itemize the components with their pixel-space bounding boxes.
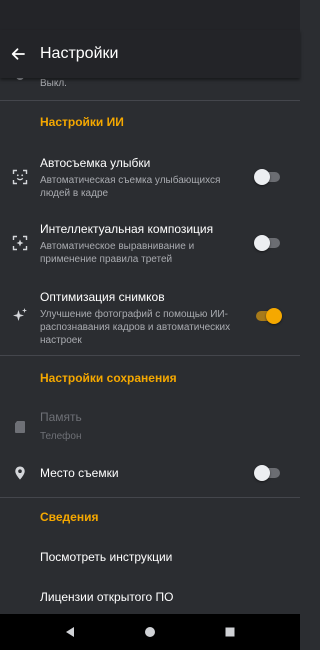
setting-title: Память bbox=[40, 410, 82, 424]
open-source-licenses-item[interactable]: Лицензии открытого ПО bbox=[40, 590, 173, 604]
toggle-thumb bbox=[254, 169, 270, 185]
setting-location[interactable]: Место съемки bbox=[0, 462, 300, 486]
toggle-thumb bbox=[254, 465, 270, 481]
setting-smile-capture[interactable]: Автосъемка улыбки Автоматическая съемка … bbox=[0, 154, 300, 200]
shot-optimization-toggle[interactable] bbox=[254, 307, 282, 325]
location-pin-icon bbox=[11, 464, 29, 482]
section-header-save: Настройки сохранения bbox=[40, 371, 177, 385]
nav-recents-icon[interactable] bbox=[222, 624, 238, 640]
toggle-thumb bbox=[266, 308, 282, 324]
app-bar: Настройки bbox=[0, 30, 300, 78]
section-header-info: Сведения bbox=[40, 510, 99, 524]
back-button[interactable] bbox=[0, 30, 36, 78]
system-nav-bar bbox=[0, 614, 300, 650]
divider bbox=[0, 497, 300, 498]
section-header-ai: Настройки ИИ bbox=[40, 115, 124, 129]
divider bbox=[0, 355, 300, 356]
nav-home-icon[interactable] bbox=[142, 624, 158, 640]
setting-value: Телефон bbox=[40, 431, 82, 442]
view-instructions-item[interactable]: Посмотреть инструкции bbox=[40, 550, 172, 564]
partial-setting-icon bbox=[16, 78, 24, 80]
setting-description: Улучшение фотографий с помощью ИИ-распоз… bbox=[40, 309, 231, 346]
toggle-thumb bbox=[254, 235, 270, 251]
setting-title: Интеллектуальная композиция bbox=[40, 222, 214, 236]
setting-shot-optimization[interactable]: Оптимизация снимков Улучшение фотографий… bbox=[0, 290, 300, 350]
setting-title: Автосъемка улыбки bbox=[40, 156, 151, 170]
setting-title: Оптимизация снимков bbox=[40, 290, 165, 304]
composition-frame-icon bbox=[11, 234, 29, 252]
smile-face-frame-icon bbox=[11, 168, 29, 186]
setting-title: Место съемки bbox=[40, 466, 119, 480]
smart-composition-toggle[interactable] bbox=[254, 234, 282, 252]
setting-description: Автоматическое выравнивание и применение… bbox=[40, 241, 195, 265]
smile-capture-toggle[interactable] bbox=[254, 168, 282, 186]
sparkle-icon bbox=[11, 306, 29, 324]
partial-setting-value: Выкл. bbox=[40, 78, 67, 89]
setting-description: Автоматическая съемка улыбающихся людей … bbox=[40, 175, 221, 199]
arrow-back-icon bbox=[11, 48, 25, 60]
page-title: Настройки bbox=[40, 45, 119, 62]
location-toggle[interactable] bbox=[254, 464, 282, 482]
nav-back-icon[interactable] bbox=[62, 624, 78, 640]
setting-smart-composition[interactable]: Интеллектуальная композиция Автоматическ… bbox=[0, 222, 300, 268]
settings-list[interactable]: Выкл. Настройки ИИ Автосъемка улыбки Авт… bbox=[0, 78, 300, 614]
setting-storage[interactable]: Память Телефон bbox=[0, 410, 300, 446]
status-bar bbox=[0, 0, 300, 30]
divider bbox=[0, 100, 300, 101]
partial-setting-item[interactable]: Выкл. bbox=[0, 78, 300, 100]
sd-card-icon bbox=[11, 418, 29, 436]
